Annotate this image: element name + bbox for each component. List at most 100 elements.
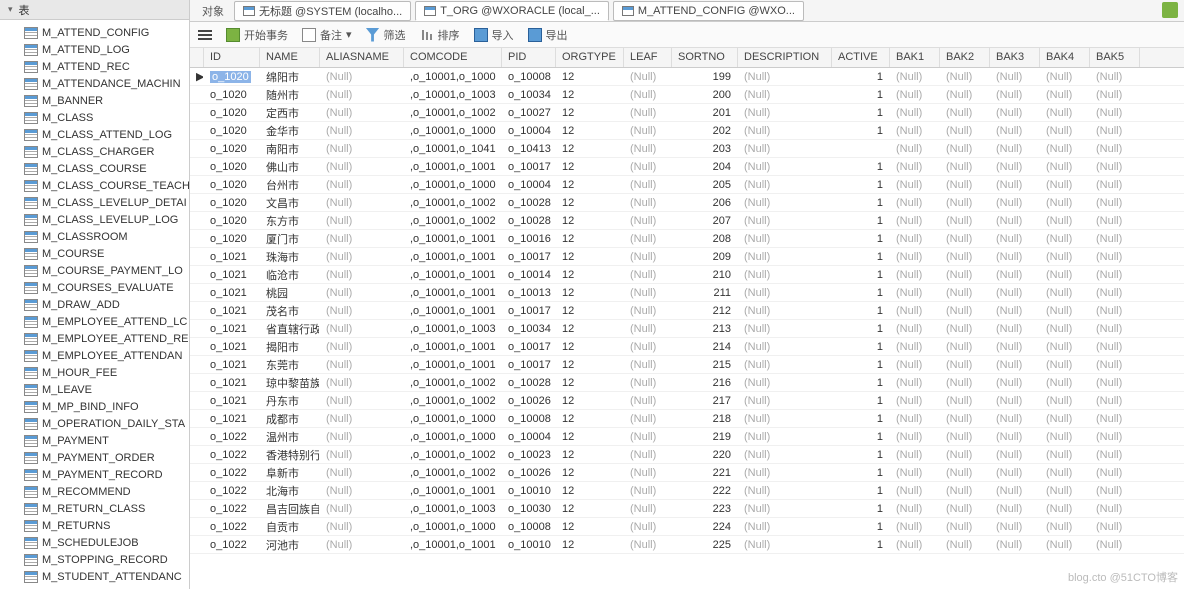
table-row[interactable]: o_1022自贡市(Null),o_10001,o_1000o_1000812(… (190, 518, 1184, 536)
table-item-label: M_RETURNS (42, 520, 110, 532)
col-bak4[interactable]: BAK4 (1040, 48, 1090, 67)
table-item[interactable]: M_CLASS_CHARGER (0, 143, 189, 160)
table-item[interactable]: M_COURSE_PAYMENT_LO (0, 262, 189, 279)
table-item-label: M_CLASS_CHARGER (42, 146, 154, 158)
table-row[interactable]: o_1020南阳市(Null),o_10001,o_1041o_1041312(… (190, 140, 1184, 158)
table-row[interactable]: o_1021珠海市(Null),o_10001,o_1001o_1001712(… (190, 248, 1184, 266)
table-row[interactable]: o_1021茂名市(Null),o_10001,o_1001o_1001712(… (190, 302, 1184, 320)
col-pid[interactable]: PID (502, 48, 556, 67)
table-item[interactable]: M_ATTEND_CONFIG (0, 24, 189, 41)
table-item[interactable]: M_RECOMMEND (0, 483, 189, 500)
table-item[interactable]: M_CLASS_LEVELUP_DETAI (0, 194, 189, 211)
table-item[interactable]: M_CLASS (0, 109, 189, 126)
table-icon (24, 401, 38, 413)
col-bak2[interactable]: BAK2 (940, 48, 990, 67)
export-icon (528, 28, 542, 42)
table-icon (24, 265, 38, 277)
table-row[interactable]: o_1021琼中黎苗族(Null),o_10001,o_1002o_100281… (190, 374, 1184, 392)
table-item[interactable]: M_DRAW_ADD (0, 296, 189, 313)
table-row[interactable]: o_1021成都市(Null),o_10001,o_1000o_1000812(… (190, 410, 1184, 428)
table-item-label: M_CLASS_COURSE_TEACH (42, 180, 189, 192)
import-button[interactable]: 导入 (474, 27, 514, 43)
table-item[interactable]: M_BANNER (0, 92, 189, 109)
table-item[interactable]: M_SCHEDULEJOB (0, 534, 189, 551)
table-item-label: M_CLASS_LEVELUP_LOG (42, 214, 178, 226)
table-item[interactable]: M_ATTEND_REC (0, 58, 189, 75)
table-row[interactable]: o_1020厦门市(Null),o_10001,o_1001o_1001612(… (190, 230, 1184, 248)
new-tab-icon[interactable] (1162, 2, 1178, 18)
col-orgtype[interactable]: ORGTYPE (556, 48, 624, 67)
table-item[interactable]: M_PAYMENT_ORDER (0, 449, 189, 466)
menu-icon[interactable] (198, 30, 212, 40)
tab[interactable]: T_ORG @WXORACLE (local_... (415, 1, 609, 21)
table-icon (24, 214, 38, 226)
table-icon (24, 571, 38, 583)
table-row[interactable]: o_1021揭阳市(Null),o_10001,o_1001o_1001712(… (190, 338, 1184, 356)
table-row[interactable]: o_1020文昌市(Null),o_10001,o_1002o_1002812(… (190, 194, 1184, 212)
play-icon (226, 28, 240, 42)
export-button[interactable]: 导出 (528, 27, 568, 43)
table-item[interactable]: M_ATTENDANCE_MACHIN (0, 75, 189, 92)
table-item[interactable]: M_ATTEND_LOG (0, 41, 189, 58)
col-bak5[interactable]: BAK5 (1090, 48, 1140, 67)
col-active[interactable]: ACTIVE (832, 48, 890, 67)
table-row[interactable]: o_1022北海市(Null),o_10001,o_1001o_1001012(… (190, 482, 1184, 500)
table-row[interactable]: ▶o_1020绵阳市(Null),o_10001,o_1000o_1000812… (190, 68, 1184, 86)
table-row[interactable]: o_1021省直辖行政(Null),o_10001,o_1003o_100341… (190, 320, 1184, 338)
table-item[interactable]: M_CLASSROOM (0, 228, 189, 245)
col-bak1[interactable]: BAK1 (890, 48, 940, 67)
table-row[interactable]: o_1020金华市(Null),o_10001,o_1000o_1000412(… (190, 122, 1184, 140)
sidebar: ▾ 表 ︿ M_ATTEND_CONFIGM_ATTEND_LOGM_ATTEN… (0, 0, 190, 589)
table-item[interactable]: M_STOPPING_RECORD (0, 551, 189, 568)
table-row[interactable]: o_1022香港特别行(Null),o_10001,o_1002o_100231… (190, 446, 1184, 464)
table-row[interactable]: o_1020随州市(Null),o_10001,o_1003o_1003412(… (190, 86, 1184, 104)
table-row[interactable]: o_1022阜新市(Null),o_10001,o_1002o_1002612(… (190, 464, 1184, 482)
table-item[interactable]: M_PAYMENT (0, 432, 189, 449)
table-item[interactable]: M_OPERATION_DAILY_STA (0, 415, 189, 432)
table-item[interactable]: M_LEAVE (0, 381, 189, 398)
table-row[interactable]: o_1022温州市(Null),o_10001,o_1000o_1000412(… (190, 428, 1184, 446)
table-item[interactable]: M_STUDENT_ATTENDANC (0, 568, 189, 585)
col-bak3[interactable]: BAK3 (990, 48, 1040, 67)
col-name[interactable]: NAME (260, 48, 320, 67)
table-item[interactable]: M_HOUR_FEE (0, 364, 189, 381)
table-item[interactable]: M_CLASS_LEVELUP_LOG (0, 211, 189, 228)
tab[interactable]: M_ATTEND_CONFIG @WXO... (613, 1, 804, 21)
table-item[interactable]: M_EMPLOYEE_ATTENDAN (0, 347, 189, 364)
table-row[interactable]: o_1020东方市(Null),o_10001,o_1002o_1002812(… (190, 212, 1184, 230)
table-item[interactable]: M_RETURNS (0, 517, 189, 534)
col-comcode[interactable]: COMCODE (404, 48, 502, 67)
begin-transaction-button[interactable]: 开始事务 (226, 27, 288, 43)
table-icon (24, 146, 38, 158)
collapse-icon[interactable]: ▾ (8, 4, 13, 15)
table-row[interactable]: o_1022河池市(Null),o_10001,o_1001o_1001012(… (190, 536, 1184, 554)
table-item[interactable]: M_COURSES_EVALUATE (0, 279, 189, 296)
sort-button[interactable]: 排序 (420, 27, 460, 43)
table-row[interactable]: o_1021丹东市(Null),o_10001,o_1002o_1002612(… (190, 392, 1184, 410)
table-row[interactable]: o_1020定西市(Null),o_10001,o_1002o_1002712(… (190, 104, 1184, 122)
col-description[interactable]: DESCRIPTION (738, 48, 832, 67)
col-aliasname[interactable]: ALIASNAME (320, 48, 404, 67)
table-item[interactable]: M_CLASS_COURSE_TEACH (0, 177, 189, 194)
col-sortno[interactable]: SORTNO (672, 48, 738, 67)
table-item[interactable]: M_MP_BIND_INFO (0, 398, 189, 415)
table-item[interactable]: M_EMPLOYEE_ATTEND_RE (0, 330, 189, 347)
table-item[interactable]: M_COURSE (0, 245, 189, 262)
col-id[interactable]: ID (204, 48, 260, 67)
table-item[interactable]: M_CLASS_ATTEND_LOG (0, 126, 189, 143)
table-row[interactable]: o_1020佛山市(Null),o_10001,o_1001o_1001712(… (190, 158, 1184, 176)
table-row[interactable]: o_1021临沧市(Null),o_10001,o_1001o_1001412(… (190, 266, 1184, 284)
note-button[interactable]: 备注 ▾ (302, 27, 352, 43)
table-row[interactable]: o_1021东莞市(Null),o_10001,o_1001o_1001712(… (190, 356, 1184, 374)
table-item[interactable]: M_RETURN_CLASS (0, 500, 189, 517)
table-item[interactable]: M_EMPLOYEE_ATTEND_LC (0, 313, 189, 330)
tab[interactable]: 无标题 @SYSTEM (localho... (234, 1, 411, 21)
filter-button[interactable]: 筛选 (366, 27, 406, 43)
col-leaf[interactable]: LEAF (624, 48, 672, 67)
table-row[interactable]: o_1021桃园(Null),o_10001,o_1001o_1001312(N… (190, 284, 1184, 302)
table-item[interactable]: M_PAYMENT_RECORD (0, 466, 189, 483)
table-item[interactable]: M_CLASS_COURSE (0, 160, 189, 177)
table-row[interactable]: o_1022昌吉回族自(Null),o_10001,o_1003o_100301… (190, 500, 1184, 518)
table-row[interactable]: o_1020台州市(Null),o_10001,o_1000o_1000412(… (190, 176, 1184, 194)
grid-body[interactable]: ▶o_1020绵阳市(Null),o_10001,o_1000o_1000812… (190, 68, 1184, 554)
